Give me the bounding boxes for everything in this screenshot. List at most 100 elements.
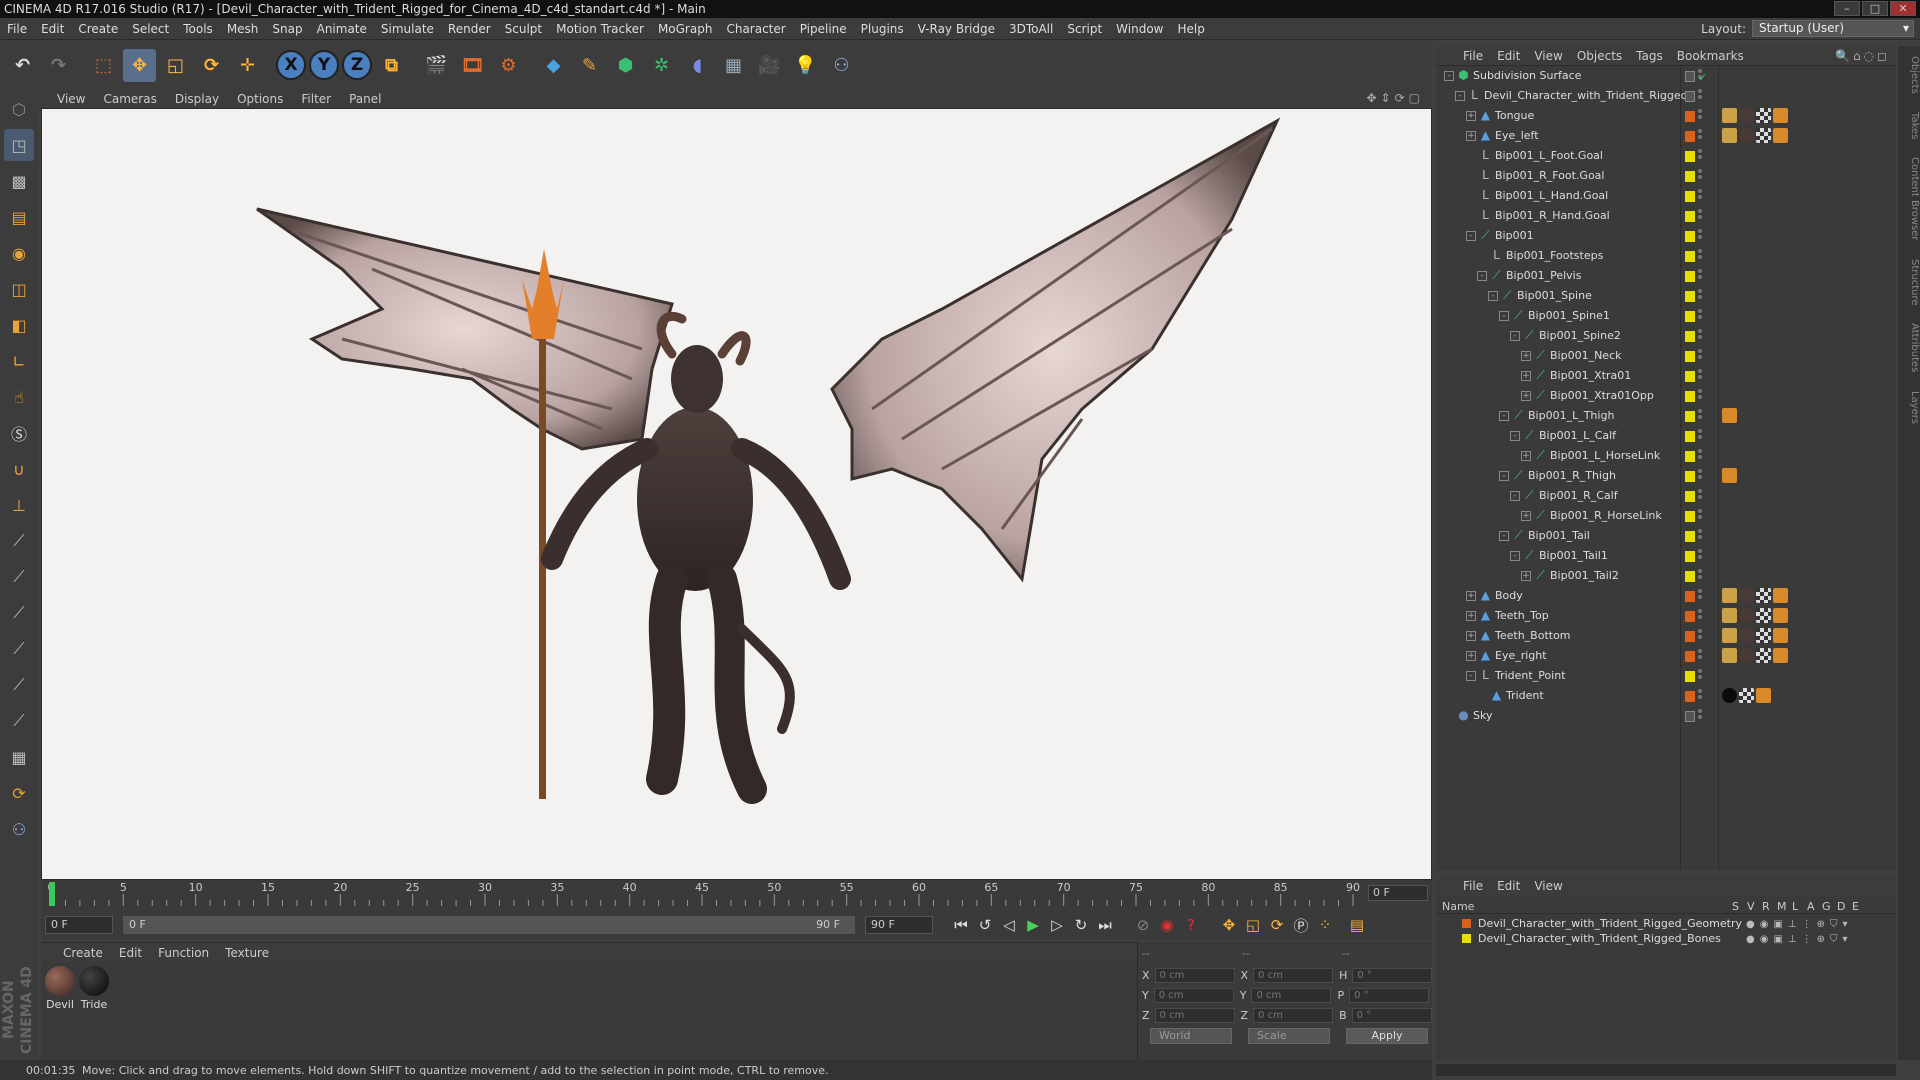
visibility-dots[interactable]: [1698, 89, 1704, 103]
viewport-menu-filter[interactable]: Filter: [292, 92, 340, 106]
menu-mesh[interactable]: Mesh: [220, 18, 266, 40]
visibility-dots[interactable]: [1698, 329, 1704, 343]
visibility-dots[interactable]: [1698, 229, 1704, 243]
pose-tool-icon[interactable]: ⟋: [4, 561, 34, 593]
object-row-bip001-l-calf[interactable]: - ⟋ Bip001_L_Calf: [1436, 426, 1896, 446]
minimize-button[interactable]: –: [1834, 1, 1860, 16]
close-button[interactable]: ✕: [1890, 1, 1916, 16]
visibility-dots[interactable]: [1698, 689, 1704, 703]
layer-color-swatch[interactable]: [1685, 131, 1695, 142]
menu-script[interactable]: Script: [1060, 18, 1109, 40]
expand-icon[interactable]: +: [1521, 391, 1531, 401]
side-tab-layers[interactable]: Layers: [1909, 391, 1920, 424]
viewport-nav-icons[interactable]: ✥⇕⟳▢: [1366, 91, 1424, 105]
expand-icon[interactable]: +: [1521, 371, 1531, 381]
layer-color-swatch[interactable]: [1685, 431, 1695, 442]
layer-column-g[interactable]: G: [1822, 900, 1831, 913]
light-icon[interactable]: 💡: [789, 49, 822, 82]
material-menu-edit[interactable]: Edit: [111, 946, 150, 960]
visibility-dots[interactable]: [1698, 589, 1704, 603]
object-row-bip001-xtra01[interactable]: + ⟋ Bip001_Xtra01: [1436, 366, 1896, 386]
texture-mode-icon[interactable]: ▩: [4, 165, 34, 197]
coordinate-system-icon[interactable]: ⧉: [375, 49, 408, 82]
visibility-icon[interactable]: [1685, 91, 1695, 102]
collapse-icon[interactable]: -: [1466, 231, 1476, 241]
visibility-dots[interactable]: [1698, 509, 1704, 523]
object-row-subdivision-surface[interactable]: - ⬢ Subdivision Surface ✓: [1436, 66, 1896, 86]
live-selection-icon[interactable]: ⬚: [87, 49, 120, 82]
size-x-field[interactable]: 0 cm: [1253, 967, 1334, 983]
layer-color-swatch[interactable]: [1685, 671, 1695, 682]
object-row-teeth-bottom[interactable]: + ▲ Teeth_Bottom: [1436, 626, 1896, 646]
model-mode-icon[interactable]: ◳: [4, 129, 34, 161]
object-row-bip001-r-calf[interactable]: - ⟋ Bip001_R_Calf: [1436, 486, 1896, 506]
scale-dropdown[interactable]: Scale: [1248, 1028, 1330, 1044]
viewport-menu-cameras[interactable]: Cameras: [94, 92, 165, 106]
visibility-dots[interactable]: [1698, 129, 1704, 143]
checker-tag-icon[interactable]: [1756, 128, 1771, 143]
layer-color-swatch[interactable]: [1685, 611, 1695, 622]
expand-icon[interactable]: +: [1466, 591, 1476, 601]
side-tab-takes[interactable]: Takes: [1909, 112, 1920, 139]
mat-tag-icon[interactable]: [1739, 588, 1754, 603]
previous-key-icon[interactable]: ↺: [973, 913, 997, 937]
menu-edit[interactable]: Edit: [34, 18, 71, 40]
layer-color-swatch[interactable]: [1685, 311, 1695, 322]
object-row-bip001-xtra01opp[interactable]: + ⟋ Bip001_Xtra01Opp: [1436, 386, 1896, 406]
layer-column-a[interactable]: A: [1807, 900, 1815, 913]
visibility-dots[interactable]: [1698, 549, 1704, 563]
material-menu-create[interactable]: Create: [55, 946, 111, 960]
layer-color-swatch[interactable]: [1685, 211, 1695, 222]
snap-icon[interactable]: Ⓢ: [4, 417, 34, 449]
maximize-button[interactable]: □: [1862, 1, 1888, 16]
object-row-eye-right[interactable]: + ▲ Eye_right: [1436, 646, 1896, 666]
3d-viewport[interactable]: [41, 108, 1432, 880]
pen-spline-icon[interactable]: ✎: [573, 49, 606, 82]
ik-tag-icon[interactable]: [1773, 128, 1788, 143]
side-tab-attributes[interactable]: Attributes: [1909, 323, 1920, 372]
visibility-dots[interactable]: [1698, 169, 1704, 183]
layer-color-swatch[interactable]: [1685, 491, 1695, 502]
x-axis-icon[interactable]: X: [276, 50, 306, 80]
size-y-field[interactable]: 0 cm: [1251, 987, 1332, 1003]
go-to-start-icon[interactable]: ⏮: [949, 913, 973, 937]
collapse-icon[interactable]: -: [1499, 311, 1509, 321]
object-row-bip001-neck[interactable]: + ⟋ Bip001_Neck: [1436, 346, 1896, 366]
rotate-icon[interactable]: ⟳: [195, 49, 228, 82]
mat-tag-icon[interactable]: [1739, 108, 1754, 123]
side-tab-objects[interactable]: Objects: [1909, 56, 1920, 94]
current-frame-field[interactable]: 0 F: [1368, 885, 1428, 901]
menu-animate[interactable]: Animate: [310, 18, 374, 40]
menu-snap[interactable]: Snap: [265, 18, 309, 40]
visibility-dots[interactable]: [1698, 249, 1704, 263]
side-tab-structure[interactable]: Structure: [1909, 259, 1920, 306]
object-row-bip001-pelvis[interactable]: - ⟋ Bip001_Pelvis: [1436, 266, 1896, 286]
menu-create[interactable]: Create: [71, 18, 125, 40]
ik-tag-icon[interactable]: [1773, 608, 1788, 623]
timeline-window-icon[interactable]: ▤: [1345, 913, 1369, 937]
mat-tag-icon[interactable]: [1739, 608, 1754, 623]
menu-plugins[interactable]: Plugins: [854, 18, 911, 40]
material-menu-function[interactable]: Function: [150, 946, 217, 960]
layer-row[interactable]: Devil_Character_with_Trident_Rigged_Bone…: [1436, 931, 1896, 946]
object-row-bip001[interactable]: - ⟋ Bip001: [1436, 226, 1896, 246]
object-menu-file[interactable]: File: [1456, 49, 1490, 63]
layer-menu-view[interactable]: View: [1527, 879, 1569, 893]
layer-color-swatch[interactable]: [1685, 551, 1695, 562]
checker-tag-icon[interactable]: [1756, 608, 1771, 623]
collapse-icon[interactable]: -: [1510, 551, 1520, 561]
expand-icon[interactable]: +: [1521, 511, 1531, 521]
checker-tag-icon[interactable]: [1756, 588, 1771, 603]
y-axis-icon[interactable]: Y: [309, 50, 339, 80]
material-menu-texture[interactable]: Texture: [217, 946, 277, 960]
object-row-bip001-l-thigh[interactable]: - ⟋ Bip001_L_Thigh: [1436, 406, 1896, 426]
visibility-icon[interactable]: [1685, 711, 1695, 722]
layer-color-swatch[interactable]: [1685, 191, 1695, 202]
layer-color-swatch[interactable]: [1685, 631, 1695, 642]
object-row-eye-left[interactable]: + ▲ Eye_left: [1436, 126, 1896, 146]
visibility-dots[interactable]: [1698, 309, 1704, 323]
rot-h-field[interactable]: 0 °: [1352, 967, 1433, 983]
menu-window[interactable]: Window: [1109, 18, 1170, 40]
layer-color-swatch[interactable]: [1685, 351, 1695, 362]
ik-tag-icon[interactable]: [1722, 468, 1737, 483]
